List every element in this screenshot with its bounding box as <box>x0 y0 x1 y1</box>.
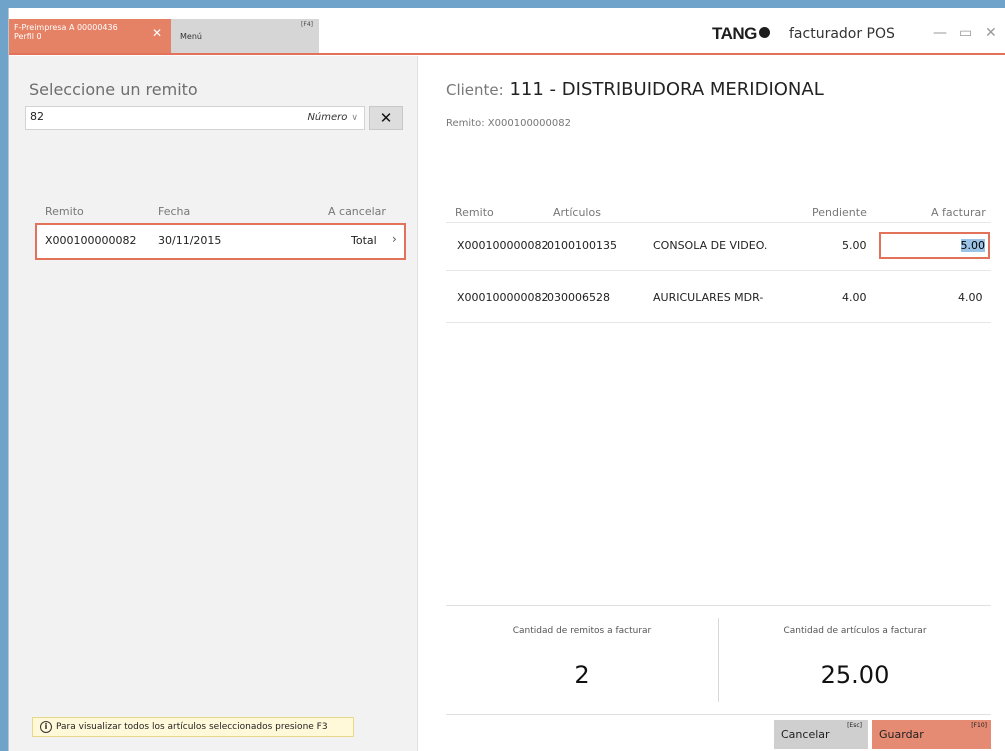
tab-invoice-profile: Perfil 0 <box>14 32 42 41</box>
maximize-icon[interactable]: ▭ <box>959 25 972 41</box>
remito-date: 30/11/2015 <box>158 234 222 247</box>
item-remito: X000100000082 <box>457 239 549 252</box>
remito-search-input[interactable] <box>30 110 260 123</box>
cancel-shortcut: [Esc] <box>847 722 862 729</box>
save-button[interactable]: Guardar [F10] <box>872 720 991 749</box>
client-label: Cliente: <box>446 81 504 99</box>
close-icon: ✕ <box>379 109 393 127</box>
item-description: CONSOLA DE VIDEO. <box>653 239 768 252</box>
item-invoice-qty[interactable]: 4.00 <box>958 291 983 304</box>
tab-invoice-title: F-Preimpresa A 00000436 <box>14 23 118 32</box>
brand-logo-text: TANG <box>712 24 757 43</box>
tab-close-icon[interactable]: ✕ <box>152 27 162 39</box>
hint-text: Para visualizar todos los artículos sele… <box>56 722 328 732</box>
items-header-remito: Remito <box>455 206 494 219</box>
col-header-a-cancelar: A cancelar <box>328 205 386 218</box>
left-panel-title: Seleccione un remito <box>29 80 198 99</box>
product-name: facturador POS <box>789 26 895 42</box>
item-invoice-qty-value: 5.00 <box>960 239 985 252</box>
cancel-button-label: Cancelar <box>781 728 830 741</box>
items-header-a-facturar: A facturar <box>931 206 986 219</box>
item-description: AURICULARES MDR- <box>653 291 764 304</box>
chevron-right-icon: › <box>392 232 397 246</box>
remitos-count-value: 2 <box>574 661 590 689</box>
title-bar: F-Preimpresa A 00000436 Perfil 0 ✕ Menú … <box>9 19 1005 55</box>
item-pending: 4.00 <box>842 291 867 304</box>
remito-selection-panel <box>9 56 418 751</box>
articulos-count-value: 25.00 <box>820 661 890 689</box>
item-row-divider <box>446 270 991 271</box>
invoice-summary: Cantidad de remitos a facturar 2 Cantida… <box>446 605 991 715</box>
tab-menu[interactable]: Menú [F4] <box>171 19 319 53</box>
col-header-remito: Remito <box>45 205 84 218</box>
selected-remito-value: X000100000082 <box>487 118 571 129</box>
selected-remito: Remito: X000100000082 <box>446 118 571 129</box>
item-row-divider <box>446 322 991 323</box>
remito-cancel-type: Total <box>351 234 377 247</box>
articulos-count-label: Cantidad de artículos a facturar <box>783 626 927 636</box>
client-separator: - <box>549 79 557 100</box>
remito-row[interactable]: X000100000082 30/11/2015 Total › <box>35 223 406 260</box>
remito-search-box: Número∨ <box>25 106 365 130</box>
tab-menu-label: Menú <box>180 32 202 41</box>
minimize-icon[interactable]: — <box>933 25 947 41</box>
logo-dot-icon <box>758 27 770 38</box>
client-code: 111 <box>509 79 544 100</box>
client-header: Cliente: 111 - DISTRIBUIDORA MERIDIONAL <box>446 79 824 100</box>
save-shortcut: [F10] <box>971 722 987 729</box>
info-hint: i Para visualizar todos los artículos se… <box>32 717 354 737</box>
item-remito: X000100000082 <box>457 291 549 304</box>
save-button-label: Guardar <box>879 728 924 741</box>
search-mode-label: Número <box>307 112 348 123</box>
item-code: 0100100135 <box>547 239 617 252</box>
items-header-articulos: Artículos <box>553 206 601 219</box>
client-name: DISTRIBUIDORA MERIDIONAL <box>561 79 824 100</box>
remito-number: X000100000082 <box>45 234 137 247</box>
item-code: 030006528 <box>547 291 610 304</box>
cancel-button[interactable]: Cancelar [Esc] <box>774 720 868 749</box>
clear-search-button[interactable]: ✕ <box>369 106 403 130</box>
search-mode-dropdown[interactable]: Número ∨ <box>307 112 358 123</box>
brand-logo: TANG <box>712 24 770 44</box>
tab-menu-shortcut: [F4] <box>301 21 313 28</box>
selected-remito-label: Remito: <box>446 118 485 129</box>
chevron-down-icon: ∨ <box>351 113 358 123</box>
close-window-icon[interactable]: ✕ <box>985 25 997 41</box>
remitos-count-label: Cantidad de remitos a facturar <box>512 626 652 636</box>
tab-invoice[interactable]: F-Preimpresa A 00000436 Perfil 0 ✕ <box>9 19 171 53</box>
info-icon: i <box>40 721 52 733</box>
item-invoice-qty-input[interactable]: 5.00 <box>879 232 990 259</box>
items-header-pendiente: Pendiente <box>812 206 867 219</box>
item-pending: 5.00 <box>842 239 867 252</box>
col-header-fecha: Fecha <box>158 205 191 218</box>
items-header-divider <box>446 222 991 223</box>
